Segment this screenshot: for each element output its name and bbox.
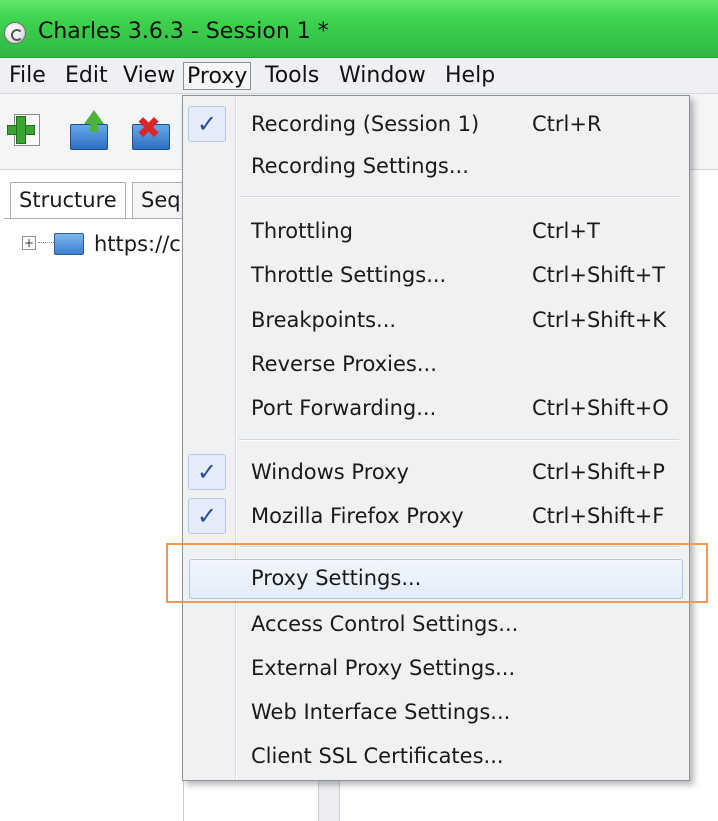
menu-item-shortcut: Ctrl+T <box>532 219 600 243</box>
menu-item-throttle-settings[interactable]: Throttle Settings... Ctrl+Shift+T <box>183 255 689 295</box>
new-session-icon[interactable] <box>6 110 50 152</box>
menu-edit[interactable]: Edit <box>62 62 111 90</box>
menu-item-label: External Proxy Settings... <box>251 656 516 680</box>
menu-item-recording-settings[interactable]: Recording Settings... <box>183 146 689 186</box>
menu-item-label: Mozilla Firefox Proxy <box>251 504 464 528</box>
menu-item-web-interface-settings[interactable]: Web Interface Settings... <box>183 692 689 732</box>
menu-item-port-forwarding[interactable]: Port Forwarding... Ctrl+Shift+O <box>183 388 689 428</box>
red-x-icon: ✖ <box>136 111 162 146</box>
menu-file[interactable]: File <box>6 62 49 90</box>
menu-item-shortcut: Ctrl+Shift+F <box>532 504 665 528</box>
folder-icon <box>54 233 84 255</box>
menu-item-reverse-proxies[interactable]: Reverse Proxies... <box>183 344 689 384</box>
tree-connector <box>38 242 54 243</box>
menu-view[interactable]: View <box>120 62 178 90</box>
folder-shape <box>70 124 108 150</box>
menu-bar: File Edit View Proxy Tools Window Help <box>0 58 718 94</box>
tab-divider <box>4 218 184 219</box>
menu-item-label: Web Interface Settings... <box>251 700 511 724</box>
menu-item-recording[interactable]: ✓ Recording (Session 1) Ctrl+R <box>183 104 689 144</box>
window-title: Charles 3.6.3 - Session 1 * <box>38 19 329 44</box>
menu-item-shortcut: Ctrl+Shift+P <box>532 460 665 484</box>
menu-item-shortcut: Ctrl+Shift+T <box>532 263 666 287</box>
menu-item-access-control-settings[interactable]: Access Control Settings... <box>183 604 689 644</box>
menu-item-windows-proxy[interactable]: ✓ Windows Proxy Ctrl+Shift+P <box>183 452 689 492</box>
menu-help[interactable]: Help <box>442 62 498 90</box>
tab-structure[interactable]: Structure <box>10 182 126 218</box>
close-session-icon[interactable]: ✖ <box>128 110 172 152</box>
title-bar: Charles 3.6.3 - Session 1 * <box>0 0 718 58</box>
tab-sequence[interactable]: Seq <box>132 182 190 218</box>
menu-item-external-proxy-settings[interactable]: External Proxy Settings... <box>183 648 689 688</box>
menu-item-label: Recording (Session 1) <box>251 112 480 136</box>
tree-host-label[interactable]: https://c <box>94 230 181 258</box>
menu-proxy[interactable]: Proxy <box>183 62 252 90</box>
menu-separator <box>239 196 679 198</box>
menu-item-shortcut: Ctrl+Shift+K <box>532 308 667 332</box>
check-icon: ✓ <box>188 454 226 490</box>
menu-item-label: Client SSL Certificates... <box>251 744 504 768</box>
plus-vertical <box>16 116 26 144</box>
menu-item-label: Port Forwarding... <box>251 396 437 420</box>
menu-item-proxy-settings[interactable]: Proxy Settings... <box>183 558 689 599</box>
charles-app-icon <box>4 22 26 44</box>
menu-item-client-ssl-certificates[interactable]: Client SSL Certificates... <box>183 736 689 776</box>
menu-item-shortcut: Ctrl+R <box>532 112 602 136</box>
menu-separator <box>239 546 679 548</box>
menu-item-label: Throttle Settings... <box>251 263 447 287</box>
menu-item-label: Proxy Settings... <box>251 566 422 590</box>
check-icon: ✓ <box>188 106 226 142</box>
menu-item-label: Access Control Settings... <box>251 612 519 636</box>
menu-item-breakpoints[interactable]: Breakpoints... Ctrl+Shift+K <box>183 300 689 340</box>
left-panel: Structure Seq + https://c <box>4 170 190 821</box>
menu-item-label: Breakpoints... <box>251 308 397 332</box>
menu-item-firefox-proxy[interactable]: ✓ Mozilla Firefox Proxy Ctrl+Shift+F <box>183 496 689 536</box>
arrow-head <box>84 110 104 124</box>
menu-item-shortcut: Ctrl+Shift+O <box>532 396 669 420</box>
menu-item-label: Windows Proxy <box>251 460 409 484</box>
menu-separator <box>239 439 679 441</box>
menu-item-label: Reverse Proxies... <box>251 352 437 376</box>
menu-window[interactable]: Window <box>336 62 429 90</box>
menu-item-throttling[interactable]: Throttling Ctrl+T <box>183 211 689 251</box>
menu-item-label: Recording Settings... <box>251 154 469 178</box>
menu-tools[interactable]: Tools <box>262 62 322 90</box>
menu-item-label: Throttling <box>251 219 353 243</box>
check-icon: ✓ <box>188 498 226 534</box>
open-session-icon[interactable] <box>66 110 110 152</box>
proxy-menu-dropdown: ✓ Recording (Session 1) Ctrl+R Recording… <box>182 95 690 781</box>
expand-plus-icon[interactable]: + <box>22 236 36 250</box>
